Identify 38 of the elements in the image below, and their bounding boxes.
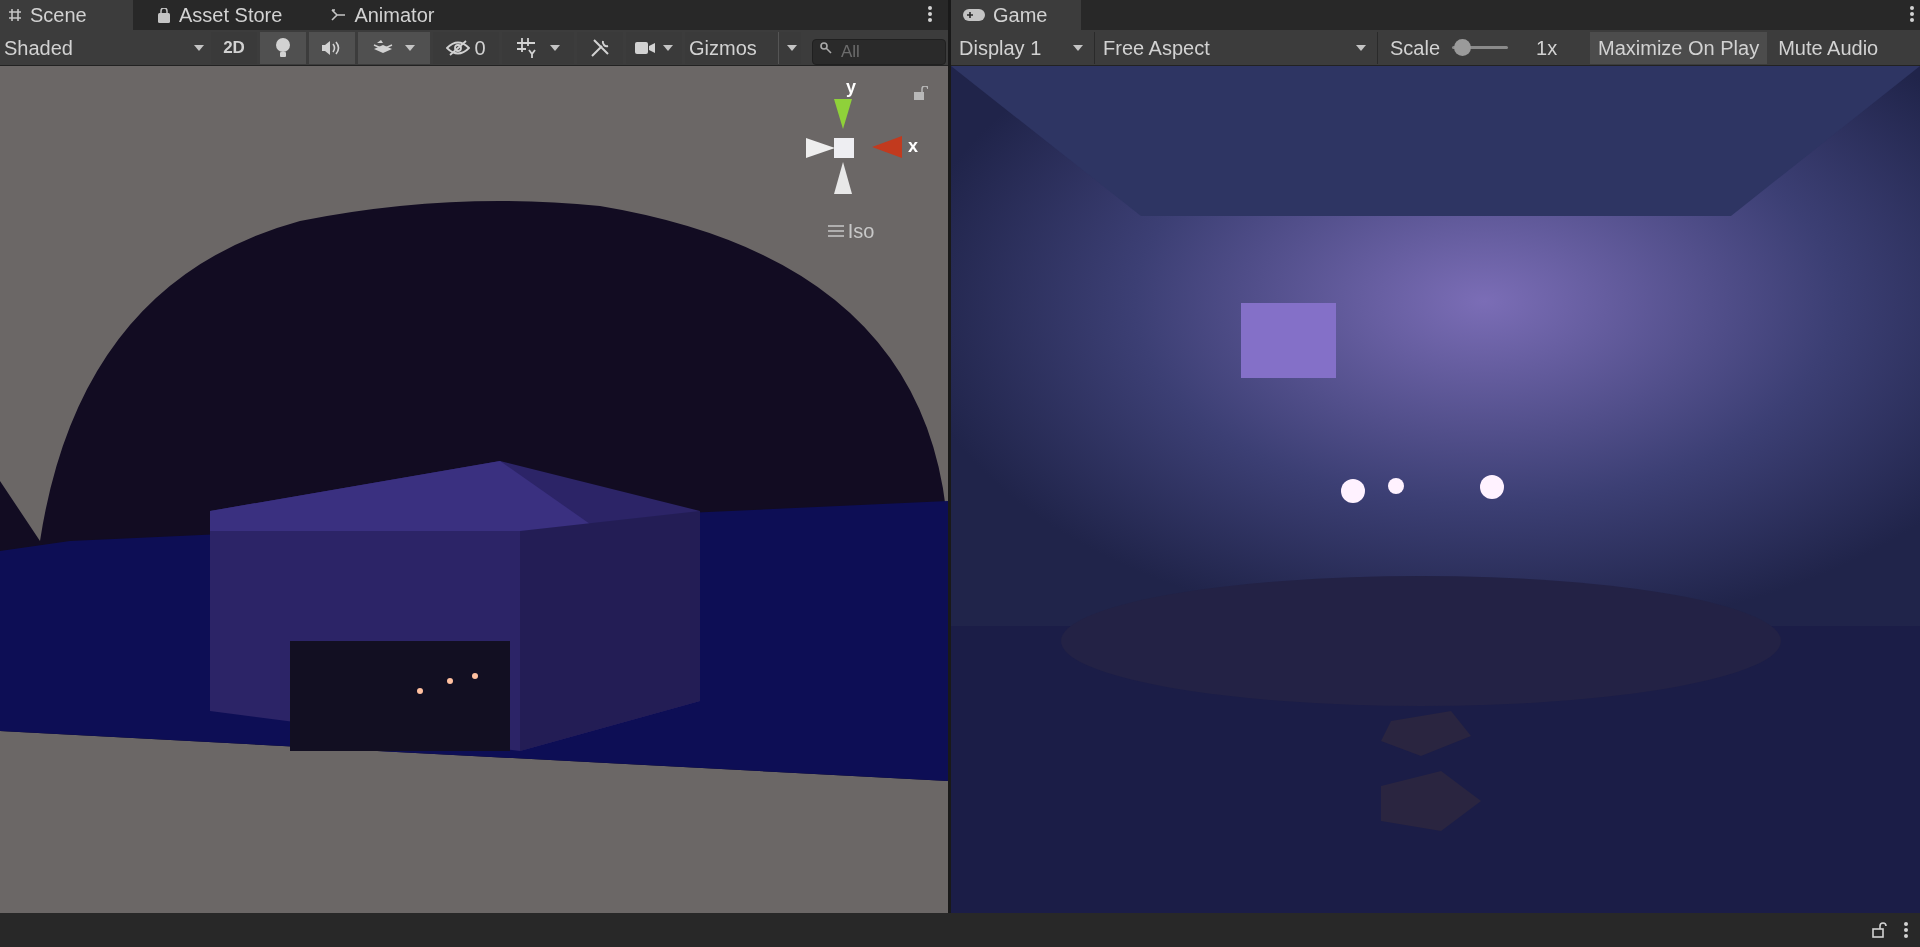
- scene-viewport[interactable]: y x Iso: [0, 66, 948, 913]
- caret-icon: [1356, 44, 1366, 51]
- video-camera-icon: [635, 40, 655, 55]
- caret-icon: [405, 44, 415, 51]
- scale-label: Scale: [1390, 35, 1441, 61]
- aspect-dropdown[interactable]: Free Aspect: [1094, 31, 1374, 64]
- caret-icon: [194, 44, 204, 51]
- caret-icon: [550, 44, 560, 51]
- panel-tab[interactable]: Game: [951, 0, 1081, 30]
- search-icon: [820, 41, 832, 54]
- gamepad-icon: [963, 9, 985, 21]
- audio-toggle[interactable]: [309, 31, 355, 64]
- more-options-icon[interactable]: [1910, 6, 1914, 22]
- menu-icon: [827, 225, 844, 237]
- grid-snap-icon: [516, 36, 538, 59]
- caret-icon: [1073, 44, 1083, 51]
- crossed-eye-icon: [446, 39, 471, 56]
- panel-tab[interactable]: Scene: [0, 0, 133, 30]
- effects-toggle[interactable]: [358, 31, 430, 64]
- scale-slider-thumb[interactable]: [1453, 39, 1471, 56]
- scale-slider[interactable]: [1452, 39, 1509, 56]
- x-axis-label: x: [908, 134, 918, 158]
- more-options-icon[interactable]: [1904, 922, 1908, 938]
- wrench-icon: [590, 37, 610, 58]
- lighting-toggle[interactable]: [260, 31, 306, 64]
- orientation-gizmo-icon[interactable]: [804, 96, 904, 196]
- caret-icon: [663, 44, 673, 51]
- animator-icon: [330, 8, 347, 22]
- search-field[interactable]: All: [812, 38, 946, 65]
- scale-value: 1x: [1536, 35, 1558, 61]
- light-bulb-icon: [276, 37, 290, 58]
- more-options-icon[interactable]: [928, 6, 932, 22]
- toolbar-toggle-button[interactable]: Maximize On Play: [1590, 31, 1768, 64]
- display-dropdown[interactable]: Display 1: [951, 31, 1091, 64]
- y-axis-label: y: [846, 78, 856, 96]
- caret-icon: [787, 44, 797, 51]
- lock-icon[interactable]: [1872, 922, 1888, 938]
- grid-icon: [8, 8, 22, 22]
